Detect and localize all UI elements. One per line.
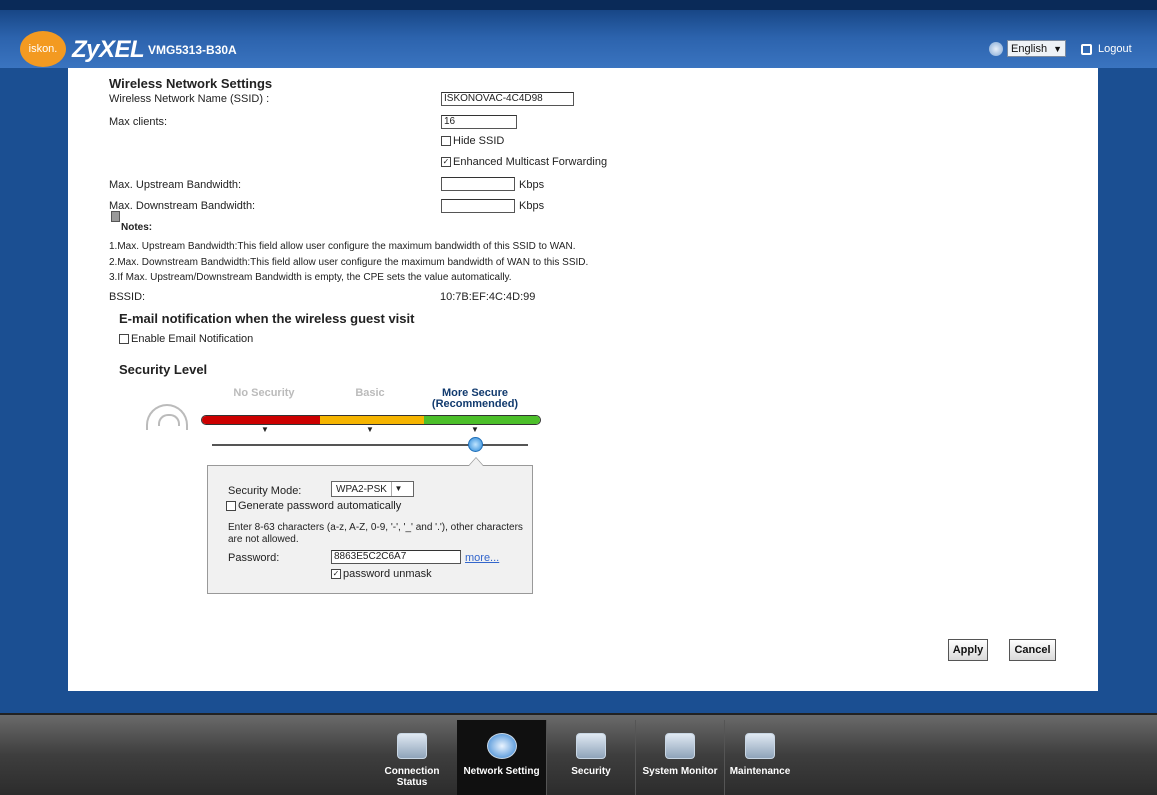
note-line-3: 3.If Max. Upstream/Downstream Bandwidth … xyxy=(109,272,512,283)
password-hint-line-2: are not allowed. xyxy=(228,534,299,545)
bar-segment-more-secure xyxy=(424,416,540,424)
bssid-label: BSSID: xyxy=(109,291,146,303)
security-settings-box: Security Mode: WPA2-PSK ▼ Generate passw… xyxy=(207,465,533,594)
password-unmask-option[interactable]: ✓ password unmask xyxy=(331,568,432,580)
chevron-down-icon: ▼ xyxy=(1053,43,1062,54)
bottom-nav-bar: Connection Status Network Setting Securi… xyxy=(0,713,1157,795)
email-section-title: E-mail notification when the wireless gu… xyxy=(119,311,415,326)
notes-title: Notes: xyxy=(121,222,153,233)
security-mode-select[interactable]: WPA2-PSK ▼ xyxy=(331,481,414,497)
device-model: VMG5313-B30A xyxy=(148,43,237,57)
security-slider-handle[interactable] xyxy=(468,437,483,452)
header-top-strip xyxy=(0,0,1157,10)
hide-ssid-checkbox[interactable] xyxy=(441,136,451,147)
tick-basic: ▼ xyxy=(366,425,374,434)
bar-segment-basic xyxy=(320,416,424,424)
nav-system-monitor[interactable]: System Monitor xyxy=(636,720,724,795)
level-no-security[interactable]: No Security xyxy=(224,387,304,399)
nav-connection-status[interactable]: Connection Status xyxy=(368,720,456,795)
level-basic[interactable]: Basic xyxy=(340,387,400,399)
zyxel-logo: ZyXEL xyxy=(72,36,145,63)
password-label: Password: xyxy=(228,552,280,564)
shield-icon xyxy=(576,733,606,759)
security-level-title: Security Level xyxy=(119,362,208,377)
logout-label: Logout xyxy=(1098,43,1132,55)
multicast-checkbox[interactable]: ✓ xyxy=(441,157,451,168)
note-line-1: 1.Max. Upstream Bandwidth:This field all… xyxy=(109,241,576,252)
nav-security[interactable]: Security xyxy=(547,720,635,795)
nav-connection-status-label: Connection Status xyxy=(384,766,440,788)
bar-segment-no-security xyxy=(202,416,320,424)
chart-icon xyxy=(665,733,695,759)
section-title-wireless: Wireless Network Settings xyxy=(109,76,273,91)
top-header: iskon. ZyXEL VMG5313-B30A English ▼ Logo… xyxy=(0,0,1157,68)
nav-network-setting-label: Network Setting xyxy=(463,766,540,777)
logout-icon xyxy=(1081,43,1092,55)
maintenance-icon xyxy=(745,733,775,759)
password-unmask-checkbox[interactable]: ✓ xyxy=(331,569,341,580)
downstream-input[interactable] xyxy=(441,199,515,213)
language-select[interactable]: English ▼ xyxy=(1007,40,1066,57)
content-panel: Wireless Network Settings Wireless Netwo… xyxy=(68,68,1098,691)
language-value: English xyxy=(1011,42,1048,55)
bssid-value: 10:7B:EF:4C:4D:99 xyxy=(440,291,536,303)
generate-password-label: Generate password automatically xyxy=(238,500,402,512)
generate-password-option[interactable]: Generate password automatically xyxy=(226,500,401,512)
tick-more-secure: ▼ xyxy=(471,425,479,434)
chevron-down-icon: ▼ xyxy=(390,482,405,496)
more-link[interactable]: more... xyxy=(465,552,499,564)
security-mode-label: Security Mode: xyxy=(228,485,302,497)
downstream-unit: Kbps xyxy=(519,200,545,212)
generate-password-checkbox[interactable] xyxy=(226,501,236,512)
language-selector[interactable]: English ▼ xyxy=(989,40,1066,57)
globe-icon xyxy=(989,41,1003,56)
connection-status-icon xyxy=(397,733,427,759)
hide-ssid-label: Hide SSID xyxy=(453,135,505,147)
security-mode-value: WPA2-PSK xyxy=(336,483,387,495)
nav-security-label: Security xyxy=(571,766,611,777)
nav-network-setting[interactable]: Network Setting xyxy=(457,720,546,795)
security-level-bar xyxy=(201,415,541,425)
nav-system-monitor-label: System Monitor xyxy=(642,766,718,777)
max-clients-input[interactable]: 16 xyxy=(441,115,517,129)
password-hint-line-1: Enter 8-63 characters (a-z, A-Z, 0-9, '-… xyxy=(228,522,523,533)
wireless-icon xyxy=(146,404,188,430)
email-notification-option[interactable]: Enable Email Notification xyxy=(119,333,253,345)
password-input[interactable]: 8863E5C2C6A7 xyxy=(331,550,461,564)
nav-maintenance[interactable]: Maintenance xyxy=(725,720,795,795)
apply-button[interactable]: Apply xyxy=(948,639,988,661)
ssid-input[interactable]: ISKONOVAC-4C4D98 xyxy=(441,92,574,106)
hide-ssid-option[interactable]: Hide SSID xyxy=(441,135,504,147)
multicast-label: Enhanced Multicast Forwarding xyxy=(453,156,608,168)
nav-maintenance-label: Maintenance xyxy=(729,766,791,777)
gear-icon xyxy=(486,733,517,759)
ssid-label: Wireless Network Name (SSID) : xyxy=(109,93,270,105)
cancel-button[interactable]: Cancel xyxy=(1009,639,1056,661)
upstream-unit: Kbps xyxy=(519,179,545,191)
email-notification-checkbox[interactable] xyxy=(119,334,129,345)
max-clients-label: Max clients: xyxy=(109,116,168,128)
upstream-input[interactable] xyxy=(441,177,515,191)
downstream-label: Max. Downstream Bandwidth: xyxy=(109,200,256,212)
iskon-logo: iskon. xyxy=(20,31,66,67)
tick-no-security: ▼ xyxy=(261,425,269,434)
upstream-label: Max. Upstream Bandwidth: xyxy=(109,179,242,191)
multicast-option[interactable]: ✓ Enhanced Multicast Forwarding xyxy=(441,156,607,168)
email-notification-label: Enable Email Notification xyxy=(131,333,254,345)
logout-button[interactable]: Logout xyxy=(1081,43,1132,55)
note-line-2: 2.Max. Downstream Bandwidth:This field a… xyxy=(109,257,589,268)
level-recommended: (Recommended) xyxy=(431,398,519,410)
notes-icon xyxy=(111,211,120,225)
popup-pointer-inner xyxy=(469,458,483,466)
password-unmask-label: password unmask xyxy=(343,568,432,580)
